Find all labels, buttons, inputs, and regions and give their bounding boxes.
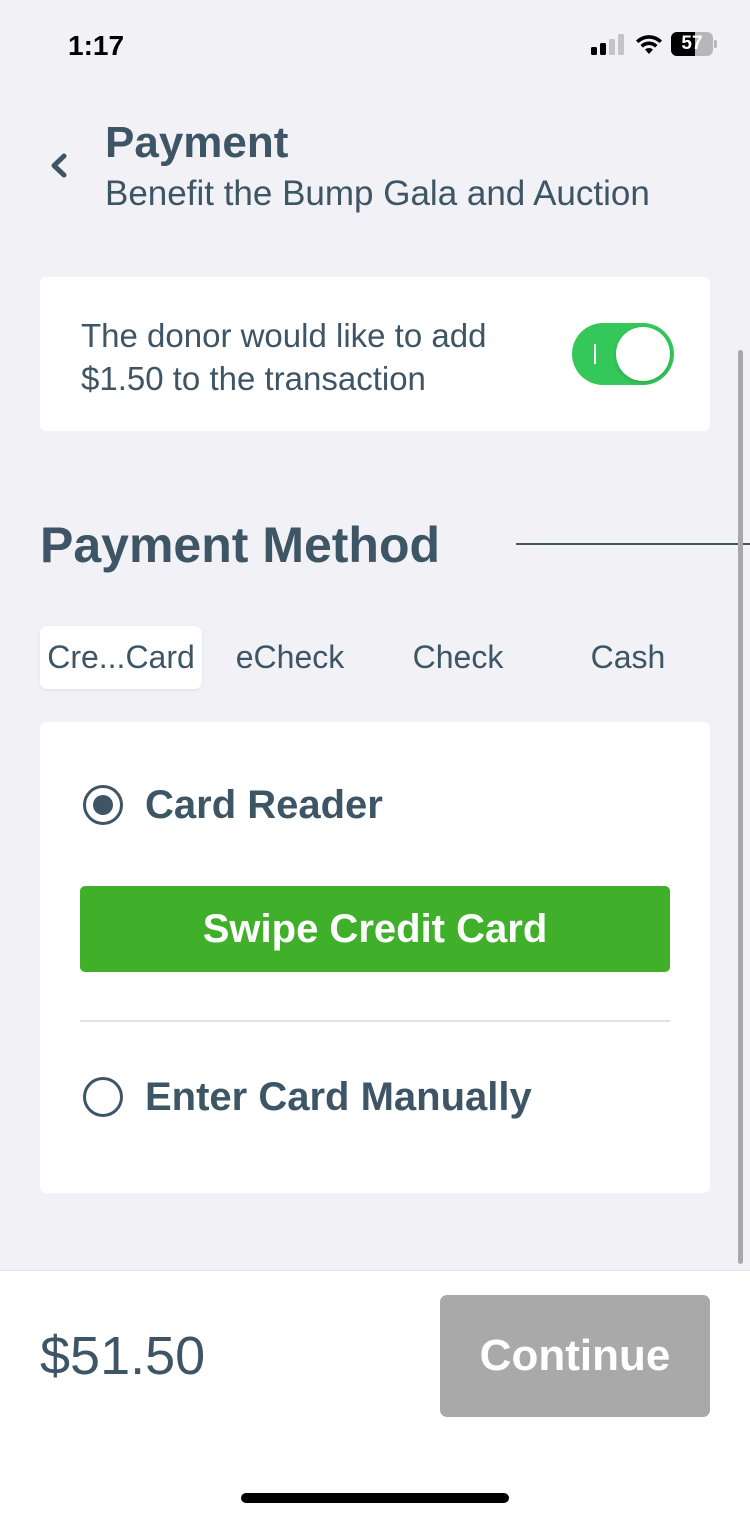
page-title: Payment xyxy=(105,118,289,167)
battery-level: 57 xyxy=(681,33,703,54)
battery-icon: 57 xyxy=(671,32,717,56)
back-button[interactable] xyxy=(40,142,80,186)
status-time: 1:17 xyxy=(68,30,125,61)
card-reader-label: Card Reader xyxy=(145,782,383,827)
donor-fee-card: The donor would like to add $1.50 to the… xyxy=(40,277,710,431)
swipe-credit-card-button[interactable]: Swipe Credit Card xyxy=(80,886,670,972)
tab-echeck[interactable]: eCheck xyxy=(208,626,372,689)
tab-cash[interactable]: Cash xyxy=(546,626,710,689)
toggle-knob xyxy=(616,327,670,381)
card-options-panel: Card Reader Swipe Credit Card Enter Card… xyxy=(40,722,710,1193)
header: Payment Benefit the Bump Gala and Auctio… xyxy=(0,90,750,240)
tab-check[interactable]: Check xyxy=(376,626,540,689)
donor-fee-toggle[interactable] xyxy=(572,323,674,385)
radio-selected-icon xyxy=(83,785,123,825)
footer-bar: $51.50 Continue xyxy=(0,1270,750,1518)
payment-screen: 1:17 57 Payment Benefit the Bump Gala an… xyxy=(0,0,750,1518)
enter-card-manually-label: Enter Card Manually xyxy=(145,1074,532,1119)
payment-method-tabs: Cre...Card eCheck Check Cash xyxy=(40,626,710,690)
wifi-icon xyxy=(634,32,664,56)
options-divider xyxy=(80,1020,670,1022)
payment-method-title: Payment Method xyxy=(40,517,441,573)
card-reader-option[interactable]: Card Reader xyxy=(83,780,383,830)
page-subtitle: Benefit the Bump Gala and Auction xyxy=(105,174,650,213)
home-indicator[interactable] xyxy=(241,1493,509,1503)
section-divider-line xyxy=(516,543,750,545)
scrollbar[interactable] xyxy=(738,350,743,1264)
continue-button[interactable]: Continue xyxy=(440,1295,710,1417)
total-amount: $51.50 xyxy=(40,1326,206,1386)
status-bar: 1:17 57 xyxy=(0,0,750,90)
radio-unselected-icon xyxy=(83,1077,123,1117)
donor-fee-text: The donor would like to add $1.50 to the… xyxy=(81,317,487,397)
tab-credit-card[interactable]: Cre...Card xyxy=(40,626,202,689)
signal-icon xyxy=(591,33,625,55)
toggle-on-mark xyxy=(594,344,596,364)
chevron-left-icon xyxy=(51,153,67,178)
enter-card-manually-option[interactable]: Enter Card Manually xyxy=(83,1072,532,1122)
